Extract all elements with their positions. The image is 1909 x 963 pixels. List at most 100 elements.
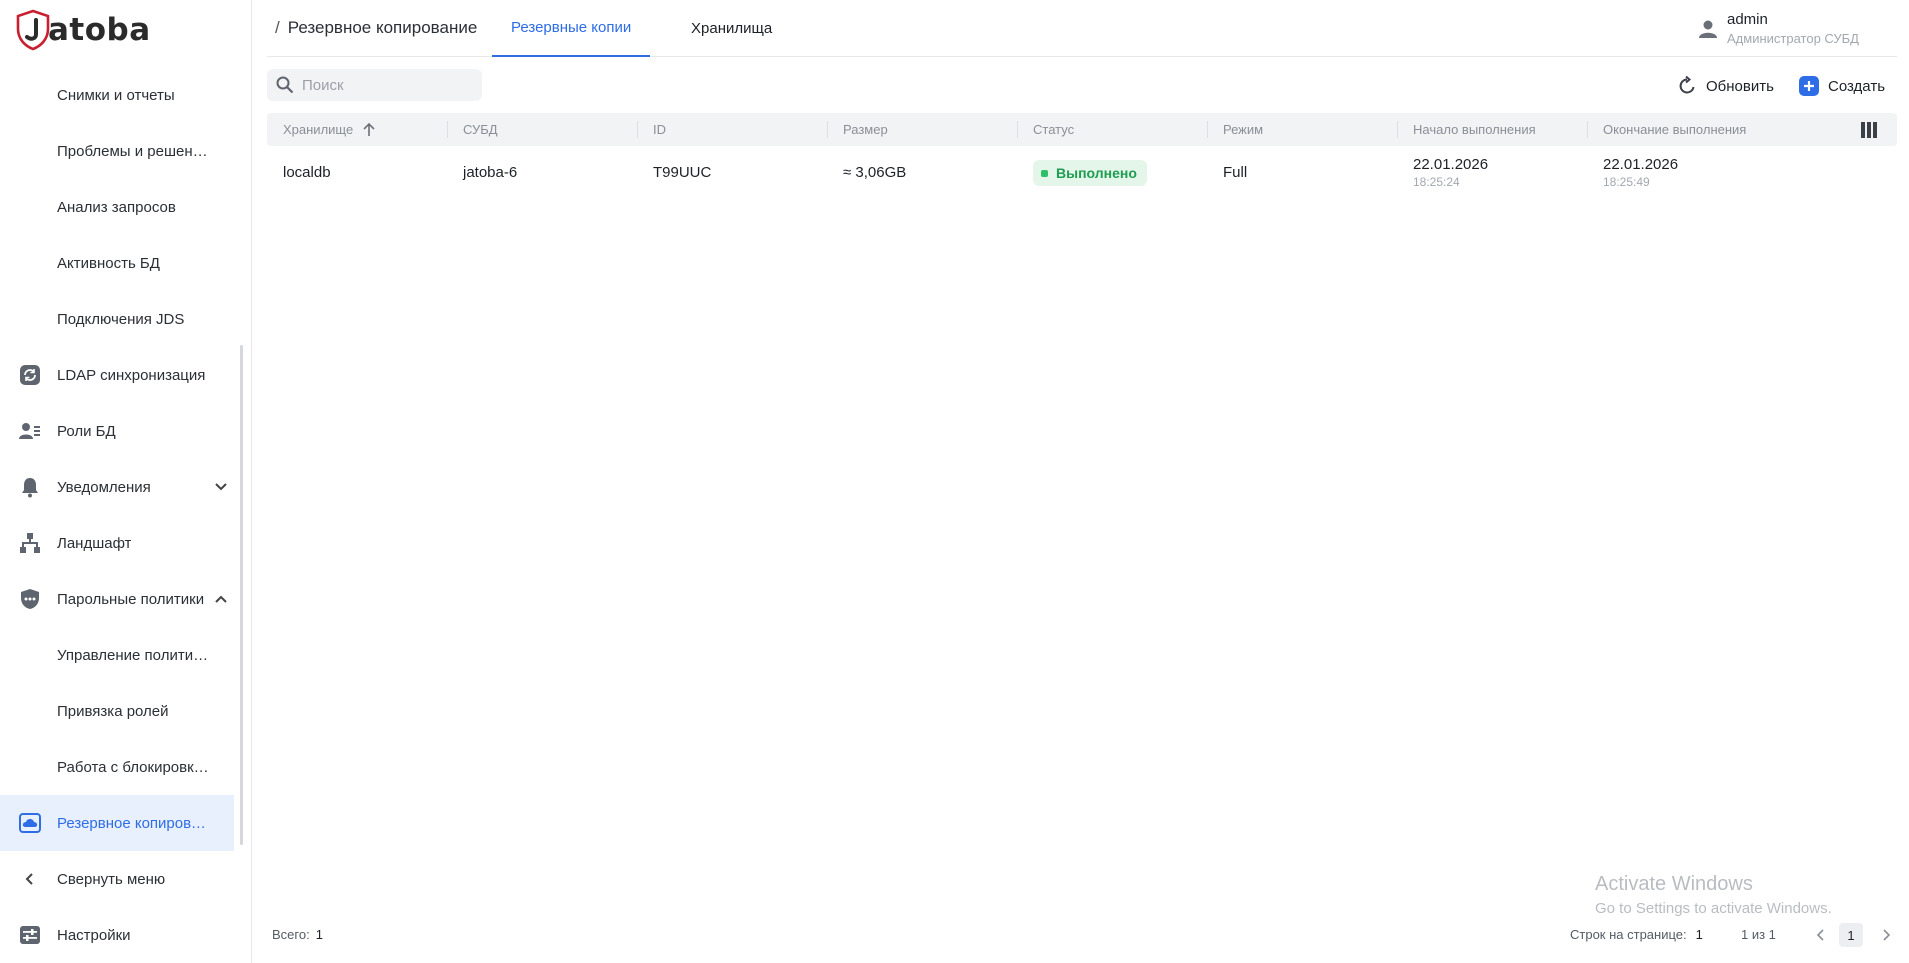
sidebar-item-role-binding[interactable]: Привязка ролей [0,683,234,739]
total-value: 1 [315,927,323,942]
sidebar-item-label: Активность БД [57,254,160,272]
column-header-label: Статус [1033,122,1075,137]
column-divider[interactable] [1397,121,1398,138]
breadcrumb-separator: / [275,18,280,37]
cell-storage: localdb [283,164,331,181]
chevron-down-icon[interactable] [212,478,230,496]
chevron-left-icon [18,867,42,891]
sidebar-item-query-analysis[interactable]: Анализ запросов [0,179,234,235]
create-button[interactable]: Создать [1798,72,1885,100]
sidebar-item-db-activity[interactable]: Активность БД [0,235,234,291]
column-header-id[interactable]: ID [653,113,666,146]
bell-icon [18,475,42,499]
cell-start-time: 18:25:24 [1413,175,1460,189]
rows-per-page-value[interactable]: 1 [1696,927,1703,942]
rows-per-page-label: Строк на странице: [1570,926,1687,942]
sidebar-item-label: Парольные политики [57,590,205,608]
refresh-icon [1679,75,1695,94]
cell-start-date: 22.01.2026 [1413,156,1489,173]
cell-end-date: 22.01.2026 [1603,156,1679,173]
page-range: 1 из 1 [1741,922,1776,946]
jatoba-shield-icon [16,9,50,51]
sidebar-item-label: Работа с блокировк… [57,758,209,776]
sidebar-item-settings[interactable]: Настройки [0,907,234,963]
breadcrumb-current: Резервное копирование [287,18,478,37]
page-range-text: 1 из 1 [1741,926,1776,942]
table-header: Хранилище СУБД ID Размер Статус Режим На… [267,113,1897,146]
cell-mode: Full [1223,164,1248,181]
user-list-icon [18,419,42,443]
plus-icon [1799,76,1819,96]
sidebar-item-problems[interactable]: Проблемы и решения [0,123,234,179]
sidebar-item-label: Подключения JDS [57,310,185,328]
sidebar-item-label: Проблемы и решения [57,142,209,160]
refresh-button[interactable]: Обновить [1676,72,1774,100]
sidebar-item-backup[interactable]: Резервное копирова… [0,795,234,851]
sidebar-item-ldap-sync[interactable]: LDAP синхронизация [0,347,234,403]
cell-end: 22.01.2026 18:25:49 [1603,156,1678,189]
rows-per-page[interactable]: Строк на странице: 1 [1570,922,1703,946]
column-header-label: Хранилище [283,122,354,137]
status-dot-icon [1041,169,1048,177]
sidebar-scrollbar[interactable] [240,345,243,845]
header: / Резервное копирование Резервные копии Х… [267,0,1897,57]
column-header-start[interactable]: Начало выполнения [1413,113,1536,146]
column-divider[interactable] [1017,121,1018,138]
column-divider[interactable] [637,121,638,138]
watermark-line1: Activate Windows [1595,873,1753,895]
sidebar-item-label: Настройки [57,926,131,944]
create-label: Создать [1828,77,1886,95]
column-header-label: Режим [1223,122,1264,137]
sidebar-item-label: Свернуть меню [57,870,166,888]
cell-id: T99UUC [653,164,712,181]
watermark-line2: Go to Settings to activate Windows. [1595,900,1832,917]
column-header-label: ID [653,122,666,137]
cell-size: ≈ 3,06GB [843,164,907,181]
column-divider[interactable] [447,121,448,138]
tab-storages[interactable]: Хранилища [672,0,791,57]
column-header-label: Начало выполнения [1413,122,1536,137]
cell-start: 22.01.2026 18:25:24 [1413,156,1488,189]
column-header-dbms[interactable]: СУБД [463,113,498,146]
sidebar-collapse-menu[interactable]: Свернуть меню [0,851,234,907]
sidebar-item-jds-connections[interactable]: Подключения JDS [0,291,234,347]
prev-page-icon[interactable] [1812,926,1830,944]
sidebar-item-lock-handling[interactable]: Работа с блокировк… [0,739,234,795]
sidebar-item-password-policies[interactable]: Парольные политики [0,571,234,627]
column-header-storage[interactable]: Хранилище [283,113,377,146]
search-icon [276,76,294,94]
column-divider[interactable] [1587,121,1588,138]
column-divider[interactable] [1207,121,1208,138]
column-divider[interactable] [827,121,828,138]
column-header-end[interactable]: Окончание выполнения [1603,113,1746,146]
column-header-mode[interactable]: Режим [1223,113,1263,146]
user-menu[interactable]: admin Администратор СУБД [1697,10,1877,48]
sidebar-item-landscape[interactable]: Ландшафт [0,515,234,571]
columns-settings-icon[interactable] [1859,120,1879,140]
search-box[interactable] [267,69,482,101]
sort-ascending-icon[interactable] [361,122,377,138]
tab-label: Хранилища [691,20,773,37]
sidebar-item-label: Роли БД [57,422,116,440]
sync-icon [18,363,42,387]
current-page[interactable]: 1 [1839,923,1863,947]
logo-text: atoba [48,12,151,48]
total-label: Всего: [272,927,310,942]
sidebar-item-db-roles[interactable]: Роли БД [0,403,234,459]
next-page-icon[interactable] [1877,926,1895,944]
column-header-status[interactable]: Статус [1033,113,1074,146]
sidebar-item-notifications[interactable]: Уведомления [0,459,234,515]
sidebar-item-snapshots[interactable]: Снимки и отчеты [0,67,234,123]
column-header-label: СУБД [463,122,498,137]
jatoba-logo[interactable]: atoba [14,8,151,52]
sidebar-item-label: Ландшафт [57,534,132,552]
tab-backups[interactable]: Резервные копии [492,0,651,57]
sidebar: atoba Снимки и отчеты Проблемы и решения… [0,0,252,963]
column-header-size[interactable]: Размер [843,113,888,146]
sidebar-item-label: Управление политик… [57,646,209,664]
sidebar-item-policy-management[interactable]: Управление политик… [0,627,234,683]
chevron-up-icon[interactable] [212,590,230,608]
search-input[interactable] [302,69,472,101]
refresh-label: Обновить [1706,77,1774,95]
user-icon [1699,20,1717,38]
